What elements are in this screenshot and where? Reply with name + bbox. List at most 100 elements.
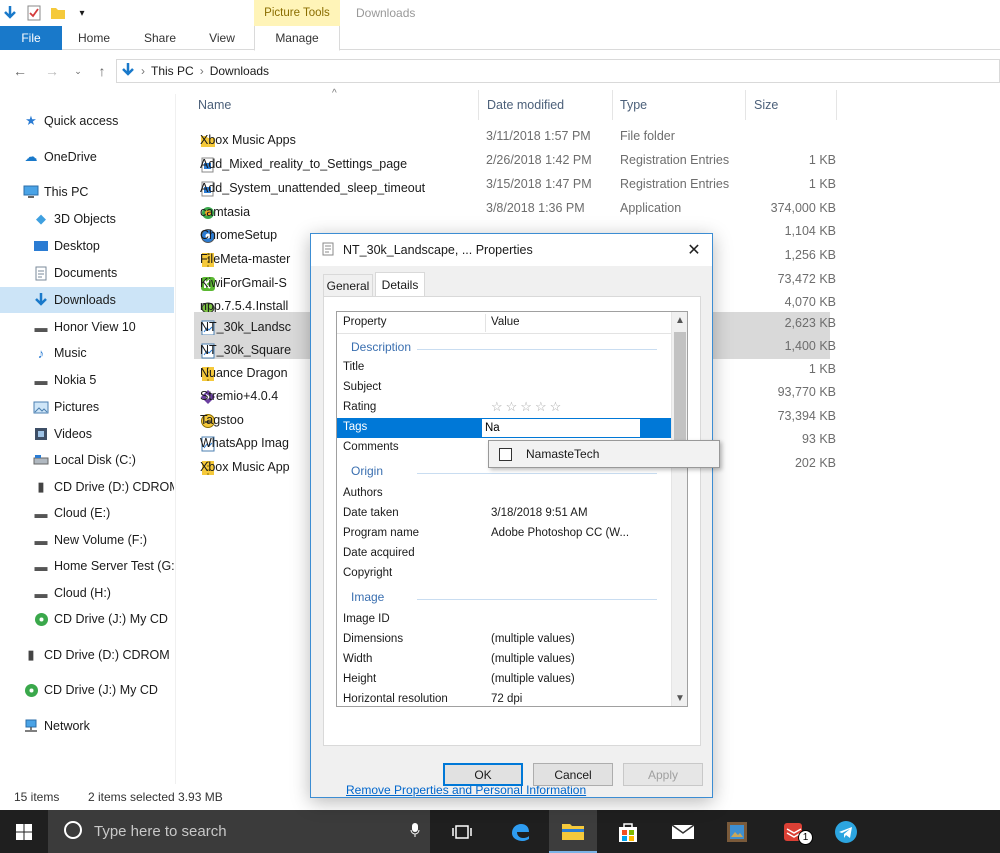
tab-details[interactable]: Details (375, 272, 425, 296)
mail-envelope-icon[interactable] (659, 810, 707, 853)
column-header-name[interactable]: Name (198, 88, 231, 122)
breadcrumb-downloads[interactable]: Downloads (210, 64, 269, 78)
scroll-down-chevron-icon[interactable]: ▼ (672, 690, 687, 706)
property-row-title[interactable]: Title (337, 358, 671, 378)
file-explorer-icon[interactable] (549, 810, 597, 853)
sidebar-item-this-pc[interactable]: This PC (0, 179, 174, 205)
column-header-size[interactable]: Size (754, 88, 778, 122)
column-header-value[interactable]: Value (491, 316, 520, 328)
sidebar-item-cloud-e[interactable]: ▬ Cloud (E:) (0, 500, 174, 526)
sidebar-item-honor-view-10[interactable]: ▬ Honor View 10 (0, 314, 174, 340)
cancel-button[interactable]: Cancel (533, 763, 613, 786)
rating-stars[interactable]: ☆☆☆☆☆ (491, 399, 564, 415)
property-row-rating[interactable]: Rating ☆☆☆☆☆ (337, 398, 671, 418)
store-bag-icon[interactable] (604, 810, 652, 853)
recent-locations-chevron-icon[interactable]: ⌄ (68, 60, 88, 82)
tab-home[interactable]: Home (66, 26, 122, 50)
property-row-program-name[interactable]: Program name Adobe Photoshop CC (W... (337, 524, 671, 544)
section-label: Description (351, 340, 418, 354)
ok-button[interactable]: OK (443, 763, 523, 786)
close-icon[interactable]: ✕ (682, 238, 706, 262)
sidebar-item-local-disk-c[interactable]: Local Disk (C:) (0, 447, 174, 473)
sidebar-item-cloud-h[interactable]: ▬ Cloud (H:) (0, 580, 174, 606)
up-arrow-icon[interactable]: ↑ (92, 60, 112, 82)
property-row-height[interactable]: Height (multiple values) (337, 670, 671, 690)
breadcrumb-separator-icon[interactable]: › (200, 64, 204, 78)
column-header-property[interactable]: Property (343, 316, 386, 328)
column-header-date[interactable]: Date modified (487, 88, 564, 122)
address-bar[interactable]: › This PC › Downloads (116, 59, 1000, 83)
sidebar-item-nokia-5[interactable]: ▬ Nokia 5 (0, 367, 174, 393)
microphone-icon[interactable] (410, 822, 420, 842)
sidebar-item-cd-drive-d[interactable]: ▮ CD Drive (D:) CDROM (0, 474, 174, 500)
sidebar-item-desktop[interactable]: Desktop (0, 233, 174, 259)
todoist-app-icon[interactable]: 1 (770, 810, 818, 853)
sidebar-item-new-volume-f[interactable]: ▬ New Volume (F:) (0, 527, 174, 553)
property-row-authors[interactable]: Authors (337, 484, 671, 504)
file-row[interactable]: Add_System_unattended_sleep_timeout 3/15/… (194, 173, 836, 197)
property-row-horizontal-resolution[interactable]: Horizontal resolution 72 dpi (337, 690, 671, 706)
tab-manage[interactable]: Manage (254, 26, 340, 51)
taskbar-search-box[interactable]: Type here to search (48, 810, 430, 853)
property-row-subject[interactable]: Subject (337, 378, 671, 398)
tab-general[interactable]: General (323, 274, 373, 296)
file-row[interactable]: Add_Mixed_reality_to_Settings_page 2/26/2… (194, 149, 836, 173)
column-divider[interactable] (745, 90, 746, 120)
customize-qat-icon[interactable]: ▾ (74, 5, 90, 21)
sidebar-item-cd-drive-j-2[interactable]: CD Drive (J:) My CD (0, 677, 174, 703)
sidebar-item-label: Downloads (54, 293, 116, 307)
scroll-thumb[interactable] (674, 332, 686, 444)
sidebar-item-network[interactable]: Network (0, 713, 174, 739)
property-row-tags[interactable]: Tags Na (337, 418, 671, 438)
column-divider[interactable] (478, 90, 479, 120)
back-arrow-icon[interactable]: ← (10, 60, 30, 82)
tags-input[interactable]: Na (481, 418, 641, 438)
navigation-pane: ★ Quick access ☁ OneDrive This PC ◆ 3D Obje… (0, 94, 176, 784)
photos-app-icon[interactable] (713, 810, 761, 853)
download-arrow-icon[interactable] (2, 5, 18, 21)
tag-suggestion-dropdown[interactable]: NamasteTech (488, 440, 720, 468)
sidebar-item-downloads[interactable]: Downloads (0, 287, 174, 313)
property-row-date-taken[interactable]: Date taken 3/18/2018 9:51 AM (337, 504, 671, 524)
new-folder-icon[interactable] (50, 5, 66, 21)
property-row-copyright[interactable]: Copyright (337, 564, 671, 584)
sidebar-item-home-server-test-g[interactable]: ▬ Home Server Test (G:) (0, 553, 175, 579)
telegram-icon[interactable] (822, 810, 870, 853)
breadcrumb-separator-icon[interactable]: › (141, 64, 145, 78)
sidebar-item-pictures[interactable]: Pictures (0, 394, 174, 420)
start-windows-icon[interactable] (0, 810, 48, 853)
properties-checkmark-icon[interactable] (26, 5, 42, 21)
apply-button[interactable]: Apply (623, 763, 703, 786)
suggestion-checkbox[interactable] (499, 447, 512, 461)
breadcrumb-this-pc[interactable]: This PC (151, 64, 194, 78)
sidebar-item-3d-objects[interactable]: ◆ 3D Objects (0, 206, 174, 232)
sidebar-item-music[interactable]: ♪ Music (0, 340, 174, 366)
sidebar-item-quick-access[interactable]: ★ Quick access (0, 108, 174, 134)
tab-view[interactable]: View (194, 26, 250, 50)
column-divider[interactable] (836, 90, 837, 120)
sidebar-item-documents[interactable]: Documents (0, 260, 174, 286)
property-value: (multiple values) (491, 653, 575, 665)
task-view-icon[interactable] (438, 810, 486, 853)
property-name: Tags (343, 421, 368, 433)
file-row[interactable]: camtasia 3/8/2018 1:36 PM Application 374,0… (194, 197, 836, 221)
scroll-up-chevron-icon[interactable]: ▲ (672, 312, 687, 328)
property-grid-scrollbar[interactable]: ▲ ▼ (671, 312, 687, 706)
property-row-width[interactable]: Width (multiple values) (337, 650, 671, 670)
sidebar-item-onedrive[interactable]: ☁ OneDrive (0, 144, 174, 170)
column-header-type[interactable]: Type (620, 88, 647, 122)
file-row[interactable]: Xbox Music Apps 3/11/2018 1:57 PM File fol… (194, 125, 830, 149)
edge-browser-icon[interactable] (496, 810, 544, 853)
column-divider[interactable] (612, 90, 613, 120)
sidebar-item-cd-drive-j[interactable]: CD Drive (J:) My CD (0, 606, 174, 632)
tab-share[interactable]: Share (132, 26, 188, 50)
sidebar-item-videos[interactable]: Videos (0, 421, 174, 447)
property-row-dimensions[interactable]: Dimensions (multiple values) (337, 630, 671, 650)
forward-arrow-icon[interactable]: → (42, 60, 62, 82)
sidebar-item-cd-drive-d-2[interactable]: ▮ CD Drive (D:) CDROM (0, 642, 174, 668)
dialog-title-bar[interactable]: NT_30k_Landscape, ... Properties ✕ (311, 234, 712, 266)
tab-file[interactable]: File (0, 26, 62, 50)
property-row-date-acquired[interactable]: Date acquired (337, 544, 671, 564)
property-row-image-id[interactable]: Image ID (337, 610, 671, 630)
column-divider[interactable] (485, 314, 486, 332)
